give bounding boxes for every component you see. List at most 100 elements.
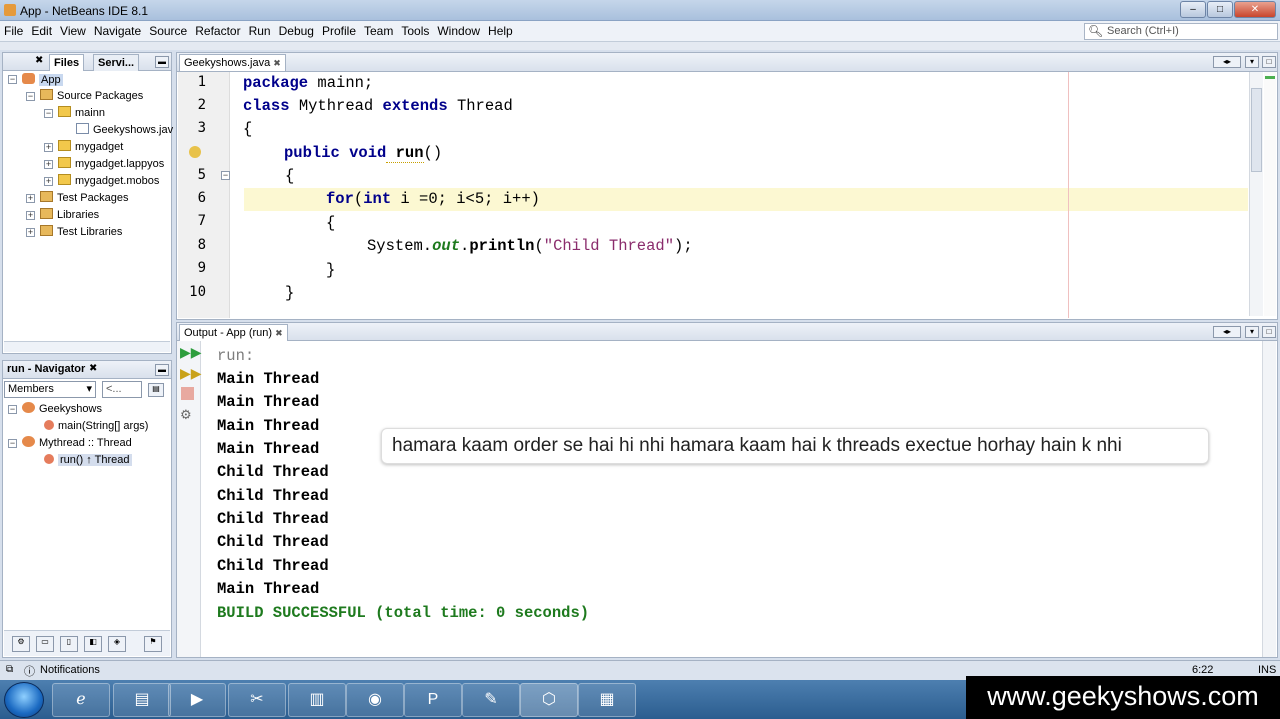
chrome-icon[interactable]: ◉ <box>346 683 404 717</box>
menu-team[interactable]: Team <box>360 21 397 42</box>
minimize-panel-icon[interactable]: ▬ <box>155 56 169 68</box>
hierarchy-icon[interactable]: ⚙ <box>12 636 30 652</box>
output-vertical-scrollbar[interactable] <box>1262 341 1276 657</box>
horizontal-scrollbar[interactable] <box>4 341 170 352</box>
code-line-2[interactable]: class Mythread extends Thread <box>243 95 513 117</box>
inherited-icon[interactable]: ◧ <box>84 636 102 652</box>
navigator-filter-select[interactable]: <... <box>102 381 142 398</box>
collapse-icon[interactable]: − <box>8 75 17 84</box>
code-line-9[interactable]: } <box>326 259 335 281</box>
file-explorer-icon[interactable]: ▤ <box>113 683 171 717</box>
maximize-button[interactable]: □ <box>1207 1 1233 18</box>
collapse-icon[interactable]: − <box>8 439 17 448</box>
nav-item-mythread[interactable]: Mythread :: Thread <box>22 435 132 451</box>
menu-navigate[interactable]: Navigate <box>90 21 145 42</box>
menu-refactor[interactable]: Refactor <box>191 21 244 42</box>
menu-help[interactable]: Help <box>484 21 517 42</box>
expand-icon[interactable]: + <box>26 194 35 203</box>
restore-icon[interactable]: ⧉ <box>6 664 13 675</box>
locals-icon[interactable]: ⚑ <box>144 636 162 652</box>
code-line-10[interactable]: } <box>285 282 294 304</box>
internet-explorer-icon[interactable]: ℯ <box>52 683 110 717</box>
menu-source[interactable]: Source <box>145 21 191 42</box>
tree-item-mygadget-mobos[interactable]: mygadget.mobos <box>58 173 159 189</box>
book-icon[interactable]: ▥ <box>288 683 346 717</box>
menu-edit[interactable]: Edit <box>27 21 56 42</box>
collapse-icon[interactable]: − <box>8 405 17 414</box>
menu-view[interactable]: View <box>56 21 90 42</box>
close-icon[interactable]: ✖ <box>273 58 281 68</box>
expand-icon[interactable]: + <box>44 143 53 152</box>
code-line-1[interactable]: package mainn; <box>243 72 373 94</box>
tree-item-geekyshows-java[interactable]: Geekyshows.jav <box>76 122 173 138</box>
tree-item-libraries[interactable]: Libraries <box>40 207 99 223</box>
tree-item-test-packages[interactable]: Test Packages <box>40 190 129 206</box>
nav-item-run[interactable]: run() ↑ Thread <box>44 452 132 468</box>
nav-item-main[interactable]: main(String[] args) <box>44 418 148 434</box>
tree-item-mainn[interactable]: mainn <box>58 105 105 121</box>
scroll-thumb[interactable] <box>1251 88 1262 172</box>
code-line-5[interactable]: { <box>285 165 294 187</box>
tree-item-source-packages[interactable]: Source Packages <box>40 88 143 104</box>
tree-item-mygadget-lappyos[interactable]: mygadget.lappyos <box>58 156 164 172</box>
minimize-button[interactable]: – <box>1180 1 1206 18</box>
code-line-7[interactable]: { <box>326 212 335 234</box>
expand-icon[interactable]: + <box>44 177 53 186</box>
close-icon[interactable]: ✖ <box>275 328 283 338</box>
snipping-tool-icon[interactable]: ✂ <box>228 683 286 717</box>
minimize-panel-icon[interactable]: ▬ <box>155 364 169 376</box>
tab-files[interactable]: Files <box>49 54 85 71</box>
stop-icon[interactable] <box>181 387 194 400</box>
static-icon[interactable]: ▯ <box>60 636 78 652</box>
nav-item-geekyshows[interactable]: Geekyshows <box>22 401 102 417</box>
search-input[interactable]: Search (Ctrl+I) <box>1084 23 1278 40</box>
expand-icon[interactable]: + <box>26 228 35 237</box>
netbeans-taskbar-icon[interactable]: ⬡ <box>520 683 578 717</box>
close-icon[interactable]: ✖ <box>35 55 43 66</box>
maximize-editor-icon[interactable]: □ <box>1262 56 1276 68</box>
override-hint-icon[interactable] <box>189 146 201 158</box>
sort-icon[interactable]: ▤ <box>148 383 164 397</box>
expand-icon[interactable]: + <box>44 160 53 169</box>
editor-vertical-scrollbar[interactable] <box>1249 72 1263 316</box>
code-line-3[interactable]: { <box>243 118 252 140</box>
close-icon[interactable]: ✖ <box>89 363 97 374</box>
expand-icon[interactable]: + <box>26 211 35 220</box>
members-select[interactable]: Members ▾ <box>4 381 96 398</box>
scroll-tabs-icon[interactable]: ◂▸ <box>1213 56 1241 68</box>
tab-output-app-run[interactable]: Output - App (run) ✖ <box>179 324 288 341</box>
scroll-tabs-icon[interactable]: ◂▸ <box>1213 326 1241 338</box>
collapse-icon[interactable]: − <box>44 109 53 118</box>
fields-icon[interactable]: ▭ <box>36 636 54 652</box>
tree-item-test-libraries[interactable]: Test Libraries <box>40 224 122 240</box>
maximize-output-icon[interactable]: □ <box>1262 326 1276 338</box>
chevron-down-icon[interactable]: ▾ <box>1245 326 1259 338</box>
powerpoint-icon[interactable]: P <box>404 683 462 717</box>
menu-run[interactable]: Run <box>245 21 275 42</box>
menu-tools[interactable]: Tools <box>397 21 433 42</box>
tab-geekyshows-java[interactable]: Geekyshows.java ✖ <box>179 54 286 71</box>
nonpublic-icon[interactable]: ◈ <box>108 636 126 652</box>
code-line-8[interactable]: System.out.println("Child Thread"); <box>367 235 693 257</box>
code-line-6[interactable]: for(int i =0; i<5; i++) <box>326 188 540 210</box>
menu-window[interactable]: Window <box>433 21 484 42</box>
chevron-down-icon[interactable]: ▾ <box>1245 56 1259 68</box>
fold-icon[interactable]: − <box>221 171 230 180</box>
media-player-icon[interactable]: ▶ <box>168 683 226 717</box>
settings-icon[interactable]: ⚙ <box>180 407 192 423</box>
tree-item-app[interactable]: App <box>22 72 63 88</box>
tab-services[interactable]: Servi... <box>93 54 140 71</box>
notifications-link[interactable]: Notifications <box>40 664 100 676</box>
start-button[interactable] <box>4 682 44 718</box>
menu-debug[interactable]: Debug <box>275 21 318 42</box>
rerun-icon[interactable]: ▶▶ <box>180 344 202 361</box>
chart-app-icon[interactable]: ▦ <box>578 683 636 717</box>
rerun-customized-icon[interactable]: ▶▶ <box>180 365 202 382</box>
pencil-icon[interactable]: ✎ <box>462 683 520 717</box>
collapse-icon[interactable]: − <box>26 92 35 101</box>
menu-file[interactable]: File <box>0 21 27 42</box>
close-button[interactable]: ✕ <box>1234 1 1276 18</box>
menu-profile[interactable]: Profile <box>318 21 360 42</box>
tree-item-mygadget[interactable]: mygadget <box>58 139 123 155</box>
code-line-4[interactable]: public void run() <box>284 142 442 164</box>
